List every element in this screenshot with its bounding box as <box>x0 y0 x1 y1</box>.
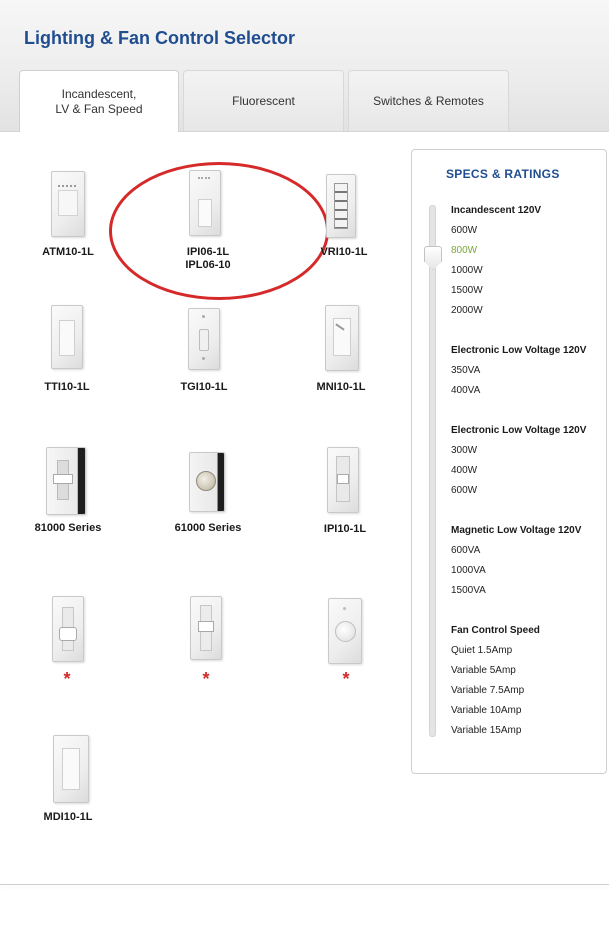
highlight-ring <box>109 162 329 300</box>
tab-incandescent[interactable]: Incandescent, LV & Fan Speed <box>19 70 179 132</box>
product-image-mni10[interactable] <box>325 305 359 371</box>
spec-value[interactable]: 1500W <box>451 285 483 296</box>
asterisk-mark: * <box>202 669 210 689</box>
product-image-tgi10[interactable] <box>188 308 220 370</box>
spec-value[interactable]: Variable 7.5Amp <box>451 685 524 696</box>
product-image-slide-dimmer[interactable] <box>190 596 222 660</box>
spec-value[interactable]: Variable 10Amp <box>451 705 521 716</box>
spec-value[interactable]: 300W <box>451 445 477 456</box>
specs-panel: SPECS & RATINGS Incandescent 120V 600W 8… <box>411 149 607 774</box>
footer-divider <box>0 884 609 885</box>
spec-heading: Incandescent 120V <box>451 205 542 216</box>
spec-value[interactable]: 600W <box>451 225 477 236</box>
spec-value[interactable]: 1000VA <box>451 565 486 576</box>
spec-value[interactable]: 2000W <box>451 305 483 316</box>
spec-value[interactable]: Quiet 1.5Amp <box>451 645 512 656</box>
spec-heading: Electronic Low Voltage 120V <box>451 425 587 436</box>
product-label[interactable]: TGI10-1L <box>134 381 274 394</box>
spec-value[interactable]: Variable 15Amp <box>451 725 521 736</box>
tab-fluorescent[interactable]: Fluorescent <box>183 70 344 131</box>
spec-value[interactable]: 600VA <box>451 545 480 556</box>
spec-slider-handle[interactable] <box>424 246 442 270</box>
product-label[interactable]: MNI10-1L <box>271 381 411 394</box>
product-image-mdi10[interactable] <box>53 735 89 803</box>
spec-slider-track[interactable] <box>429 205 436 737</box>
specs-title: SPECS & RATINGS <box>446 167 560 181</box>
product-label[interactable]: MDI10-1L <box>0 811 138 824</box>
tab-label: Fluorescent <box>232 93 295 108</box>
asterisk-mark: * <box>63 669 71 689</box>
product-image-atm10[interactable] <box>51 171 85 237</box>
product-label[interactable]: 81000 Series <box>0 522 138 535</box>
product-label[interactable]: VRI10-1L <box>274 246 414 259</box>
product-label[interactable]: IPI10-1L <box>275 523 415 536</box>
product-label[interactable]: TTI10-1L <box>0 381 137 394</box>
product-image-ipi10[interactable] <box>327 447 359 513</box>
tab-label: Switches & Remotes <box>373 93 484 108</box>
spec-heading: Magnetic Low Voltage 120V <box>451 525 582 536</box>
product-image-rotary-dimmer[interactable] <box>328 598 362 664</box>
spec-value[interactable]: 400W <box>451 465 477 476</box>
product-image-tti10[interactable] <box>51 305 83 369</box>
product-image-vri10[interactable] <box>326 174 356 238</box>
product-label[interactable]: 61000 Series <box>138 522 278 535</box>
asterisk-mark: * <box>342 669 350 689</box>
product-image-81000[interactable] <box>46 447 86 515</box>
header: Lighting & Fan Control Selector Incandes… <box>0 0 609 132</box>
spec-heading: Fan Control Speed <box>451 625 540 636</box>
spec-value[interactable]: 350VA <box>451 365 480 376</box>
page-title: Lighting & Fan Control Selector <box>24 28 295 48</box>
spec-value-selected[interactable]: 800W <box>451 245 477 256</box>
spec-value[interactable]: 400VA <box>451 385 480 396</box>
spec-heading: Electronic Low Voltage 120V <box>451 345 587 356</box>
product-image-rotary-slide[interactable] <box>52 596 84 662</box>
spec-value[interactable]: 600W <box>451 485 477 496</box>
spec-value[interactable]: Variable 5Amp <box>451 665 516 676</box>
spec-value[interactable]: 1500VA <box>451 585 486 596</box>
tab-switches-remotes[interactable]: Switches & Remotes <box>348 70 509 131</box>
spec-value[interactable]: 1000W <box>451 265 483 276</box>
product-image-61000[interactable] <box>189 452 225 512</box>
tab-label: Incandescent, LV & Fan Speed <box>55 86 143 116</box>
